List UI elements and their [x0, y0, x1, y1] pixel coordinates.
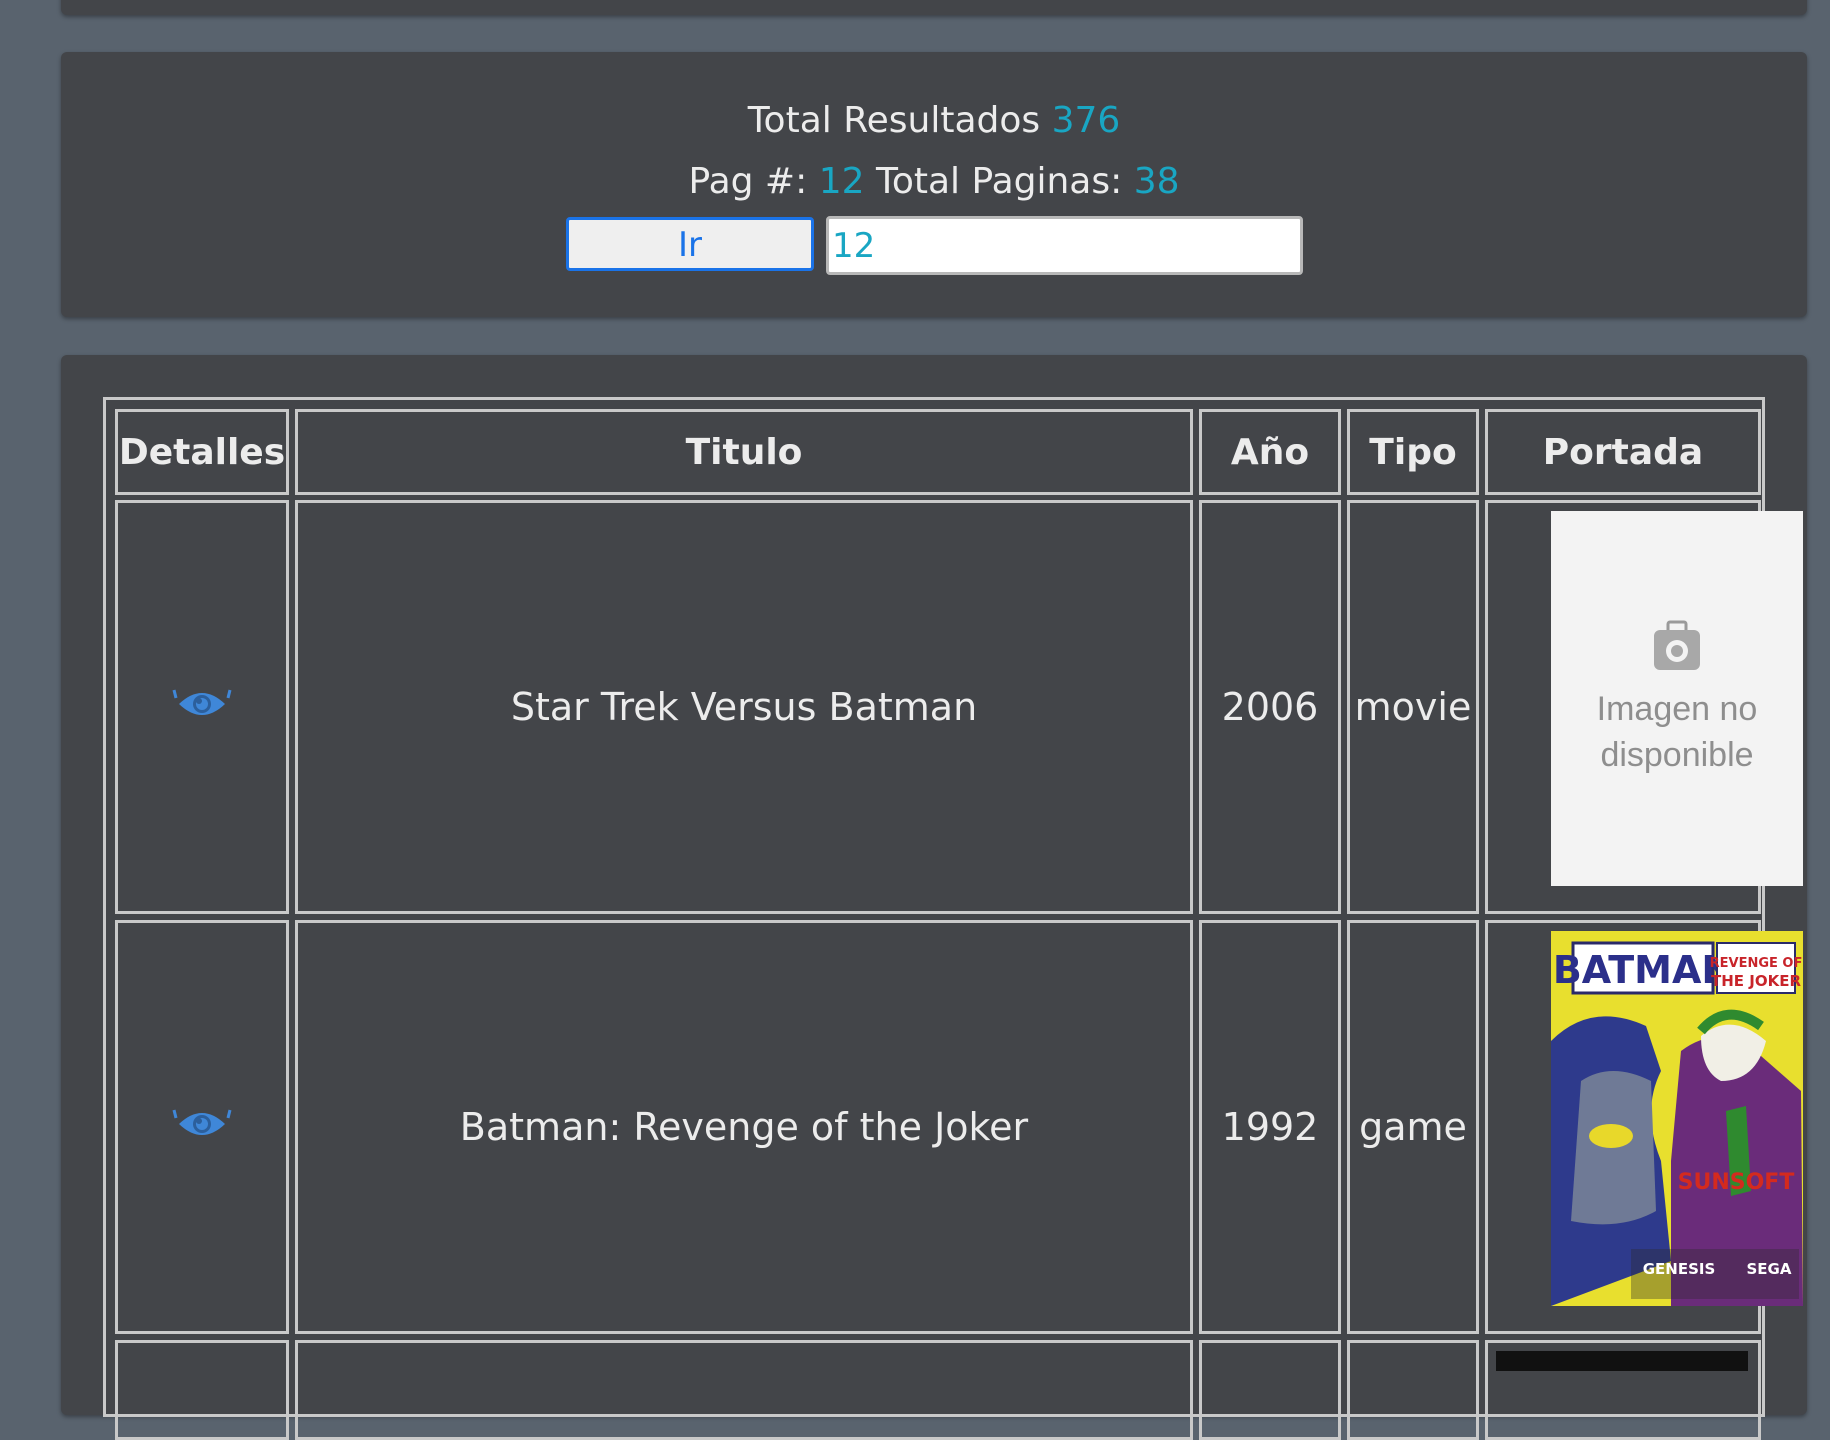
page-number-input[interactable]	[826, 216, 1303, 275]
top-panel	[61, 0, 1807, 15]
table-row-1-title: Star Trek Versus Batman	[295, 500, 1193, 914]
table-row-1-type: movie	[1347, 500, 1479, 914]
table-row-2-type: game	[1347, 920, 1479, 1334]
table-row-2-details	[115, 920, 289, 1334]
eye-icon[interactable]	[171, 685, 233, 729]
pagination-panel: Total Resultados 376 Pag #: 12 Total Pag…	[61, 52, 1807, 317]
current-page: 12	[818, 161, 865, 202]
header-ano: Año	[1199, 409, 1341, 495]
total-results-label: Total Resultados	[747, 100, 1041, 141]
table-row-1-details	[115, 500, 289, 914]
table-row-2-title: Batman: Revenge of the Joker	[295, 920, 1193, 1334]
header-tipo: Tipo	[1347, 409, 1479, 495]
total-pages-count: 38	[1133, 161, 1180, 202]
results-panel: Detalles Titulo Año Tipo Portada Star Tr…	[61, 355, 1807, 1440]
cover-logo-text: BATMAN	[1553, 948, 1733, 992]
table-row-3-type	[1347, 1340, 1479, 1440]
header-detalles: Detalles	[115, 409, 289, 495]
total-results-count: 376	[1051, 100, 1121, 141]
no-image-text: Imagen no disponible	[1596, 689, 1758, 774]
cover-publisher-text: SUNSOFT	[1678, 1170, 1795, 1195]
total-pages-label: Total Paginas:	[875, 161, 1123, 202]
cover-image: BATMAN REVENGE OF THE JOKER SUNSOFT GENE…	[1551, 931, 1803, 1306]
page-info-line: Pag #: 12 Total Paginas: 38	[61, 161, 1807, 202]
table-row-3-cover-cell	[1485, 1340, 1761, 1440]
camera-icon	[1652, 620, 1702, 686]
svg-text:THE JOKER: THE JOKER	[1711, 972, 1801, 990]
header-titulo: Titulo	[295, 409, 1193, 495]
eye-icon[interactable]	[171, 1105, 233, 1149]
table-row-2-year: 1992	[1199, 920, 1341, 1334]
cover-brand-text: SEGA	[1747, 1260, 1792, 1278]
cover-placeholder: Imagen no disponible	[1551, 511, 1803, 886]
table-row-1-year: 2006	[1199, 500, 1341, 914]
cover-image	[1496, 1351, 1748, 1371]
table-row-3-year	[1199, 1340, 1341, 1440]
table-row-3-title	[295, 1340, 1193, 1440]
header-portada: Portada	[1485, 409, 1761, 495]
go-button[interactable]: Ir	[566, 217, 814, 271]
cover-platform-text: GENESIS	[1643, 1260, 1716, 1278]
table-row-3-details	[115, 1340, 289, 1440]
total-results-line: Total Resultados 376	[61, 100, 1807, 141]
svg-text:REVENGE OF: REVENGE OF	[1710, 956, 1803, 971]
page-label: Pag #:	[688, 161, 808, 202]
